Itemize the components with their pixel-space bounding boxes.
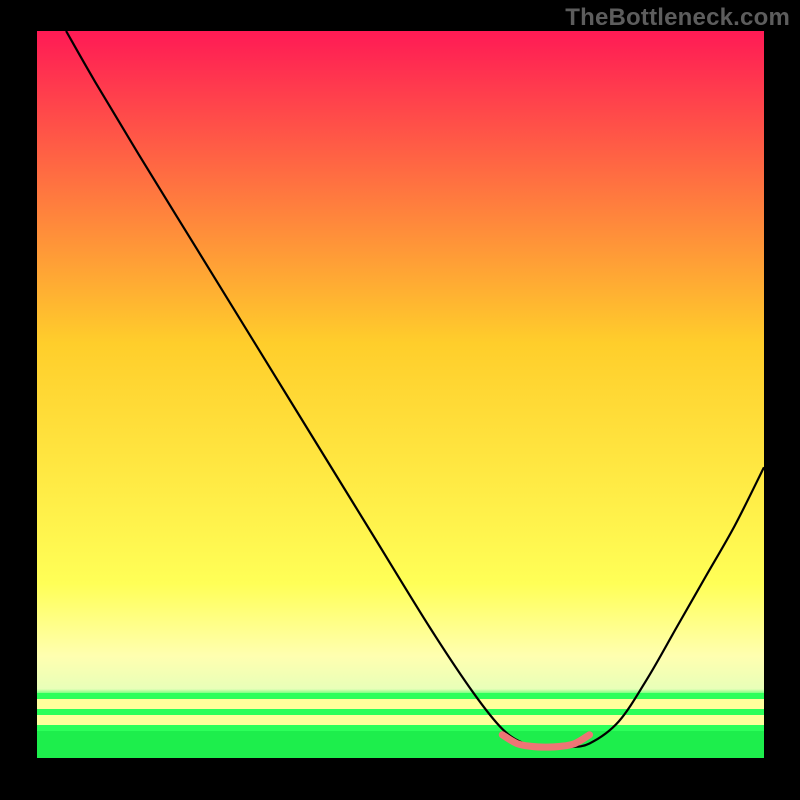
plot-background bbox=[37, 31, 764, 758]
chart-stage: { "watermark": "TheBottleneck.com", "col… bbox=[0, 0, 800, 800]
bottleneck-chart bbox=[0, 0, 800, 800]
low-band-strip bbox=[37, 693, 764, 758]
